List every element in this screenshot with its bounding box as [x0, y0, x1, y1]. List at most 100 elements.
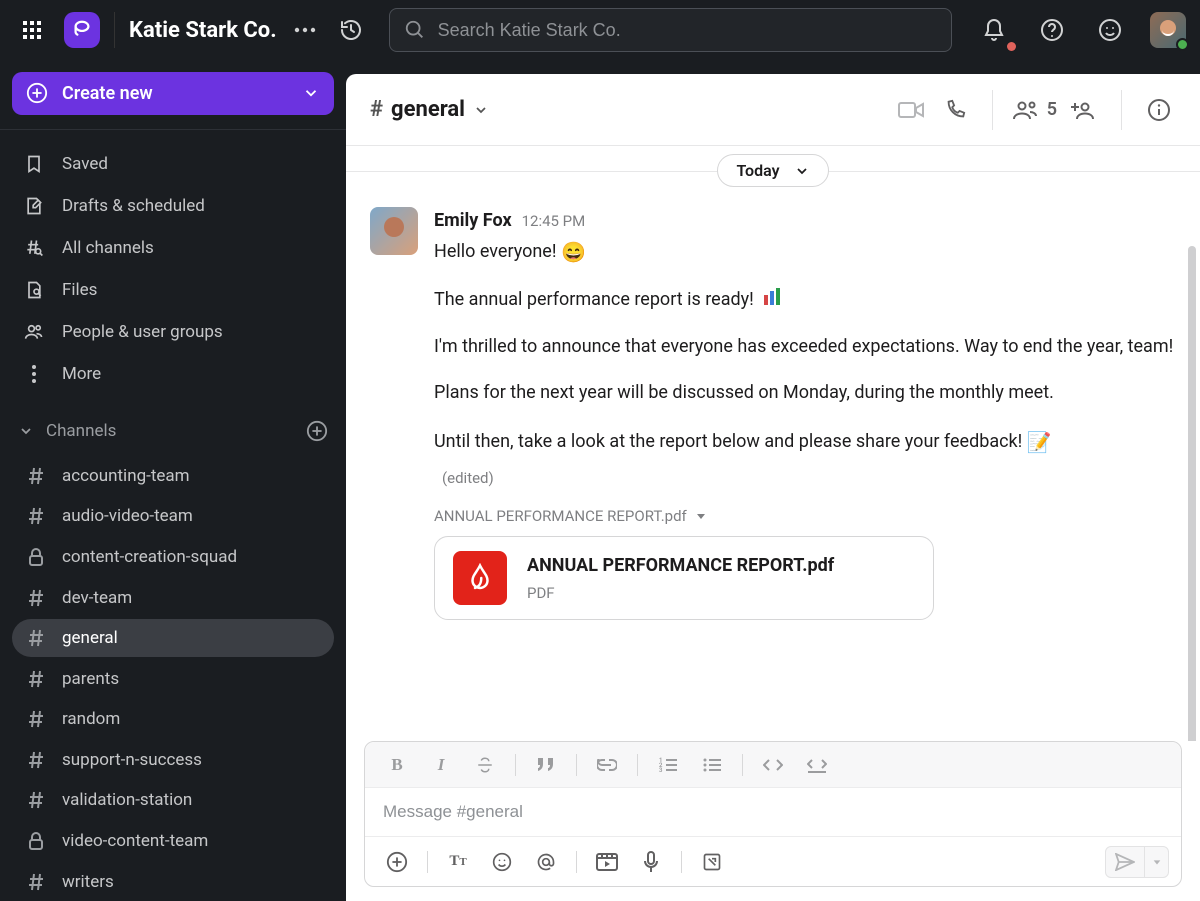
sidebar-nav-people[interactable]: People & user groups [12, 312, 334, 352]
people-icon [22, 322, 46, 342]
add-people-icon[interactable] [1067, 93, 1101, 127]
attach-button[interactable] [377, 845, 417, 879]
notification-dot [1007, 42, 1016, 51]
sidebar-nav-list: Saved Drafts & scheduled All channels Fi… [12, 144, 334, 394]
emoji-status-icon[interactable] [1092, 12, 1128, 48]
channel-label: random [62, 709, 120, 729]
app-switcher-icon[interactable] [14, 12, 50, 48]
emoji-button[interactable] [482, 845, 522, 879]
send-options-button[interactable] [1144, 847, 1168, 877]
edited-marker: (edited) [442, 466, 1176, 490]
bold-button[interactable]: B [377, 748, 417, 782]
shortcuts-button[interactable] [692, 845, 732, 879]
divider [114, 12, 115, 48]
main-panel: # general 5 Today [346, 74, 1200, 901]
channel-item-dev-team[interactable]: dev-team [12, 578, 334, 617]
audio-call-icon[interactable] [938, 93, 972, 127]
channel-label: parents [62, 669, 119, 689]
ordered-list-button[interactable]: 123 [648, 748, 688, 782]
hash-icon [26, 710, 46, 728]
video-call-icon[interactable] [894, 93, 928, 127]
hash-icon [26, 507, 46, 525]
channel-item-support-n-success[interactable]: support-n-success [12, 741, 334, 780]
hash-icon [26, 751, 46, 769]
search-bar[interactable] [389, 8, 952, 52]
formatting-toolbar: B I 123 [365, 742, 1181, 788]
channel-item-audio-video-team[interactable]: audio-video-team [12, 497, 334, 536]
attachment-card[interactable]: ANNUAL PERFORMANCE REPORT.pdf PDF [434, 536, 934, 620]
quote-button[interactable] [526, 748, 566, 782]
message-avatar[interactable] [370, 207, 418, 255]
sidebar-nav-more[interactable]: More [12, 354, 334, 394]
sidebar-nav-saved[interactable]: Saved [12, 144, 334, 184]
composer-input[interactable] [383, 802, 1163, 822]
channel-item-random[interactable]: random [12, 700, 334, 739]
strike-button[interactable] [465, 748, 505, 782]
code-button[interactable] [753, 748, 793, 782]
user-avatar[interactable] [1150, 12, 1186, 48]
notifications-icon[interactable] [976, 12, 1012, 48]
link-button[interactable] [587, 748, 627, 782]
history-icon[interactable] [333, 12, 369, 48]
channels-section-header[interactable]: Channels [18, 416, 334, 447]
channel-info-icon[interactable] [1142, 93, 1176, 127]
channel-label: writers [62, 872, 114, 892]
nav-label: Saved [62, 154, 108, 174]
message-time: 12:45 PM [522, 209, 586, 233]
channel-item-writers[interactable]: writers [12, 862, 334, 901]
channel-item-validation-station[interactable]: validation-station [12, 781, 334, 820]
add-channel-button[interactable] [306, 420, 328, 442]
hash-icon [26, 791, 46, 809]
sidebar-nav-drafts[interactable]: Drafts & scheduled [12, 186, 334, 226]
create-new-button[interactable]: Create new [12, 72, 334, 115]
pdf-icon [453, 551, 507, 605]
italic-button[interactable]: I [421, 748, 461, 782]
date-separator[interactable]: Today [717, 154, 828, 187]
draft-icon [22, 196, 46, 216]
sidebar-nav-files[interactable]: Files [12, 270, 334, 310]
attachment-title: ANNUAL PERFORMANCE REPORT.pdf [527, 552, 834, 581]
channel-item-general[interactable]: general [12, 619, 334, 658]
message-line: Hello everyone! [434, 241, 561, 262]
channel-item-accounting-team[interactable]: accounting-team [12, 456, 334, 495]
workspace-menu-icon[interactable] [291, 12, 319, 48]
lock-icon [26, 832, 46, 850]
hash-search-icon [22, 238, 46, 258]
send-button[interactable] [1106, 847, 1144, 877]
audio-clip-button[interactable] [631, 845, 671, 879]
attachment-header[interactable]: ANNUAL PERFORMANCE REPORT.pdf [434, 504, 1176, 528]
bookmark-icon [22, 154, 46, 174]
channel-title-button[interactable]: # general [370, 97, 489, 122]
presence-indicator [1176, 38, 1189, 51]
people-count-value: 5 [1047, 99, 1057, 120]
plus-circle-icon [26, 82, 48, 104]
grin-emoji: 😄 [561, 240, 586, 264]
nav-label: Drafts & scheduled [62, 196, 205, 216]
attachment-type: PDF [527, 581, 834, 605]
code-block-button[interactable] [797, 748, 837, 782]
workspace-name[interactable]: Katie Stark Co. [129, 18, 277, 43]
app-logo[interactable] [64, 12, 100, 48]
search-input[interactable] [438, 20, 937, 41]
people-count[interactable]: 5 [1013, 99, 1057, 121]
channel-label: general [62, 628, 118, 648]
message-line: Until then, take a look at the report be… [434, 431, 1027, 452]
channel-label: dev-team [62, 588, 132, 608]
hash-icon [26, 629, 46, 647]
channel-item-parents[interactable]: parents [12, 659, 334, 698]
chevron-down-icon [794, 163, 810, 179]
message-line: The annual performance report is ready! [434, 289, 758, 310]
channel-name: general [391, 97, 465, 122]
bullet-list-button[interactable] [692, 748, 732, 782]
channel-item-video-content-team[interactable]: video-content-team [12, 822, 334, 861]
sidebar-nav-all-channels[interactable]: All channels [12, 228, 334, 268]
channel-item-content-creation-squad[interactable]: content-creation-squad [12, 538, 334, 577]
mention-button[interactable] [526, 845, 566, 879]
video-clip-button[interactable] [587, 845, 627, 879]
channel-label: audio-video-team [62, 506, 193, 526]
help-icon[interactable] [1034, 12, 1070, 48]
message-author[interactable]: Emily Fox [434, 207, 512, 236]
scrollbar-thumb[interactable] [1188, 246, 1196, 741]
formatting-toggle-button[interactable]: TT [438, 845, 478, 879]
create-new-label: Create new [62, 83, 153, 104]
